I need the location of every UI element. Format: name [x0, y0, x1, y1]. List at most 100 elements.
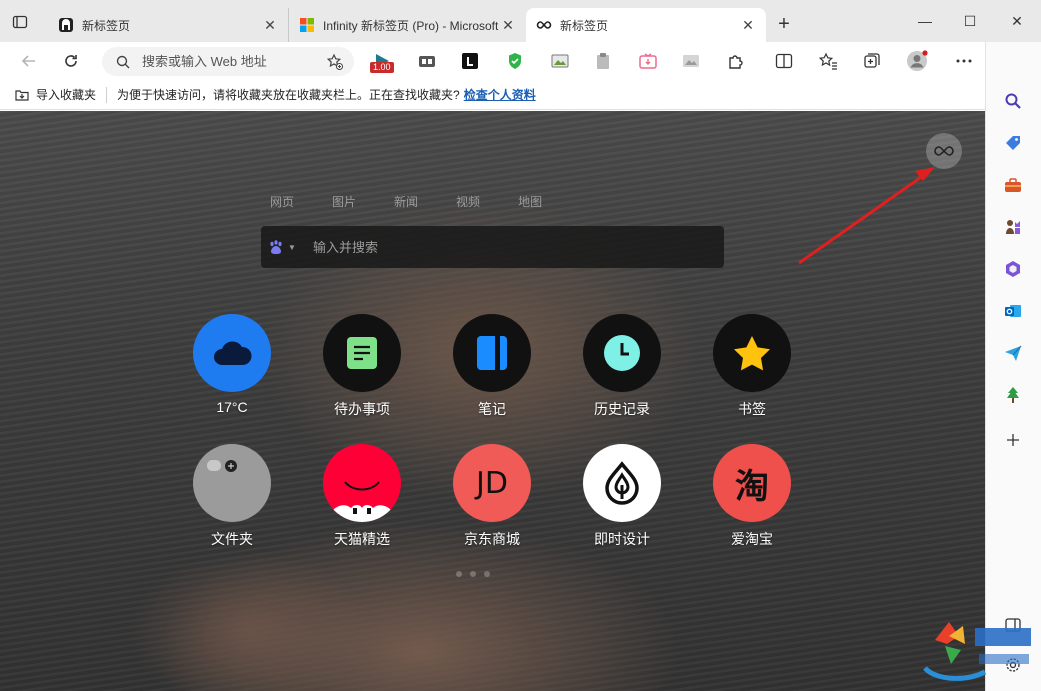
back-arrow-icon	[21, 55, 35, 67]
tree-icon	[1007, 387, 1019, 403]
letter-l-icon	[462, 53, 478, 69]
note-icon	[477, 336, 507, 370]
tab-newtab-active[interactable]: 新标签页 ✕	[526, 8, 766, 42]
address-bar[interactable]	[102, 47, 354, 76]
extension-reader[interactable]	[414, 49, 440, 73]
extension-picture[interactable]	[678, 49, 704, 73]
app-folder[interactable]: 文件夹	[187, 444, 277, 549]
engine-tab-map[interactable]: 地图	[518, 193, 542, 210]
collections-button[interactable]	[859, 49, 885, 73]
profile-button[interactable]	[904, 49, 930, 73]
bookmarks-hint-text: 为便于快速访问，请将收藏夹放在收藏夹栏上。正在查找收藏夹?	[117, 88, 460, 102]
favorites-icon	[818, 52, 837, 70]
sidebar-shopping-button[interactable]	[1002, 132, 1024, 154]
page-dot[interactable]	[470, 571, 476, 577]
new-tab-page: 网页 图片 新闻 视频 地图 ▼ 17°C 待办事项 笔记 历史记录	[0, 111, 985, 691]
app-label: 历史记录	[594, 401, 650, 417]
extensions-button[interactable]	[723, 49, 749, 73]
extension-shield[interactable]	[502, 49, 528, 73]
favorites-button[interactable]	[815, 49, 841, 73]
tag-icon	[1006, 136, 1020, 150]
sidebar-outlook-button[interactable]	[1002, 300, 1024, 322]
tab-close-icon[interactable]: ✕	[262, 17, 278, 33]
tab-close-icon[interactable]: ✕	[740, 17, 756, 33]
more-icon	[956, 59, 972, 63]
app-bookmarks[interactable]: 书签	[707, 314, 797, 419]
bookmarks-bar: 导入收藏夹 为便于快速访问，请将收藏夹放在收藏夹栏上。正在查找收藏夹? 检查个人…	[0, 80, 985, 110]
add-favorite-icon[interactable]	[326, 53, 344, 74]
engine-tab-images[interactable]: 图片	[332, 193, 356, 210]
avatar-icon	[907, 50, 928, 71]
tab-actions-button[interactable]	[10, 12, 30, 32]
plus-icon	[1007, 434, 1019, 446]
app-label: 爱淘宝	[731, 531, 773, 547]
page-dot[interactable]	[456, 571, 462, 577]
sidebar-office-button[interactable]	[1002, 258, 1024, 280]
tab-newtab-1[interactable]: 新标签页 ✕	[48, 8, 288, 42]
engine-tab-news[interactable]: 新闻	[394, 193, 418, 210]
app-label: 文件夹	[211, 531, 253, 547]
app-weather[interactable]: 17°C	[187, 314, 277, 415]
page-dot[interactable]	[484, 571, 490, 577]
close-window-button[interactable]: ✕	[1002, 8, 1032, 34]
chess-icon	[1006, 220, 1020, 234]
sidebar-add-button[interactable]	[1002, 429, 1024, 451]
app-label: 笔记	[478, 401, 506, 417]
search-icon	[1005, 93, 1021, 109]
address-input[interactable]	[142, 54, 312, 69]
refresh-button[interactable]	[58, 49, 84, 73]
newtab-search-input[interactable]	[313, 239, 693, 255]
engine-tab-video[interactable]: 视频	[456, 193, 480, 210]
app-jsdesign[interactable]: 即时设计	[577, 444, 667, 549]
collections-icon	[864, 53, 880, 68]
extension-image[interactable]	[547, 49, 573, 73]
app-icon-bg	[193, 444, 271, 522]
back-button[interactable]	[16, 49, 42, 73]
send-icon	[1005, 345, 1022, 361]
extension-l[interactable]	[457, 49, 483, 73]
import-icon	[15, 89, 29, 101]
reader-icon	[419, 56, 435, 67]
tab-title: Infinity 新标签页 (Pro) - Microsoft	[323, 18, 499, 33]
tab-infinity-store[interactable]: Infinity 新标签页 (Pro) - Microsoft ✕	[288, 8, 526, 42]
app-icon-bg	[583, 314, 661, 392]
sidebar-tree-button[interactable]	[1002, 384, 1024, 406]
engine-selector[interactable]: ▼	[261, 239, 303, 255]
engine-tab-web[interactable]: 网页	[270, 193, 294, 210]
extension-clipboard[interactable]	[590, 49, 616, 73]
app-todo[interactable]: 待办事项	[317, 314, 407, 419]
settings-more-button[interactable]	[951, 49, 977, 73]
newtab-search-box[interactable]: ▼	[261, 226, 724, 268]
app-taobao[interactable]: 淘 爱淘宝	[707, 444, 797, 549]
extension-bilibili[interactable]	[635, 49, 661, 73]
sidebar-send-button[interactable]	[1002, 342, 1024, 364]
outlook-icon	[1005, 305, 1021, 317]
folder-icon	[207, 460, 237, 472]
tv-icon	[639, 53, 657, 69]
split-screen-button[interactable]	[771, 49, 797, 73]
new-tab-button[interactable]: +	[772, 12, 796, 36]
jd-icon: JD	[476, 465, 508, 501]
app-icon-bg	[453, 314, 531, 392]
app-tmall[interactable]: 天猫精选	[317, 444, 407, 549]
sidebar-search-button[interactable]	[1002, 90, 1024, 112]
sidebar-games-button[interactable]	[1002, 216, 1024, 238]
tab-close-icon[interactable]: ✕	[500, 17, 516, 33]
app-icon-bg	[323, 444, 401, 522]
sidebar-tools-button[interactable]	[1002, 174, 1024, 196]
app-label: 书签	[738, 401, 766, 417]
tab-title: 新标签页	[560, 18, 609, 33]
maximize-button[interactable]: ☐	[955, 8, 985, 34]
check-profile-link[interactable]: 检查个人资料	[464, 86, 536, 103]
tab-title: 新标签页	[82, 18, 131, 33]
toolbar	[0, 42, 985, 80]
page-indicator	[456, 571, 490, 577]
shield-icon	[509, 53, 521, 69]
import-favorites-button[interactable]: 导入收藏夹	[14, 86, 96, 103]
app-notes[interactable]: 笔记	[447, 314, 537, 419]
minimize-button[interactable]: —	[910, 8, 940, 34]
clipboard-icon	[597, 53, 609, 69]
app-jd[interactable]: JD 京东商城	[447, 444, 537, 549]
office-icon	[1006, 261, 1020, 277]
app-history[interactable]: 历史记录	[577, 314, 667, 419]
